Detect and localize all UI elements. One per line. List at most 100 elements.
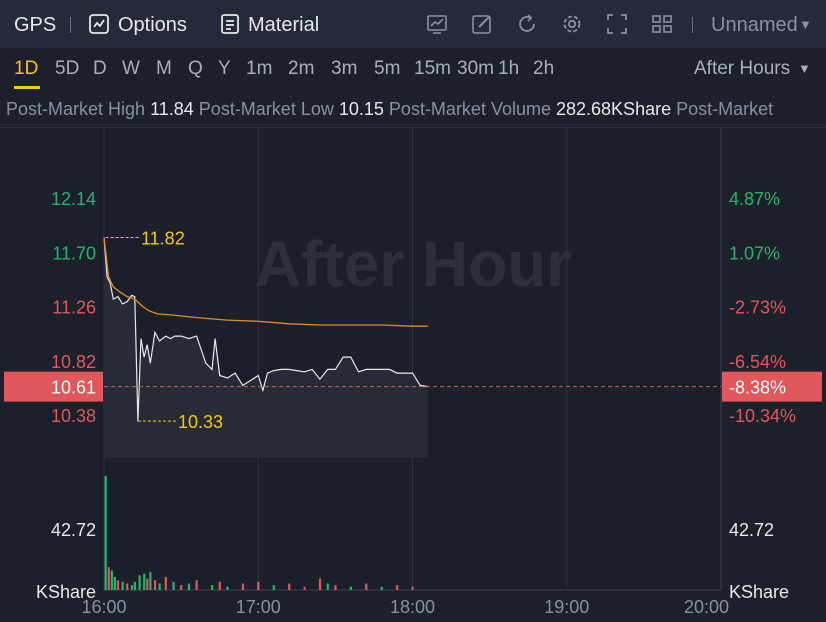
price-tick-label: 10.38 [51, 406, 96, 426]
price-tick-label: 12.14 [51, 189, 96, 209]
timeframe-tab-1D[interactable]: 1D [14, 48, 38, 90]
time-tick-label: 20:00 [684, 597, 729, 617]
options-button[interactable]: Options [118, 0, 187, 48]
volume-bar [226, 586, 229, 590]
price-tick-label: 10.82 [51, 352, 96, 372]
volume-bar [110, 570, 113, 590]
timeframe-tab-5m[interactable]: 5m [374, 48, 400, 90]
volume-bar [272, 585, 275, 590]
volume-bar [396, 585, 399, 590]
timeframe-tab-30m[interactable]: 30m [457, 48, 494, 90]
volume-bar [326, 583, 329, 590]
timeframe-tab-D[interactable]: D [93, 48, 107, 90]
low-marker-label: 10.33 [178, 412, 223, 432]
high-label: Post-Market High [6, 99, 146, 119]
volume-bar [116, 580, 120, 590]
material-button[interactable]: Material [248, 0, 319, 48]
time-tick-label: 17:00 [236, 597, 281, 617]
active-timeframe-indicator [14, 86, 40, 89]
timeframe-tab-Y[interactable]: Y [218, 48, 231, 90]
volume-bar [126, 583, 129, 590]
volume-bar [130, 585, 133, 590]
layout-name-dropdown[interactable]: Unnamed [711, 0, 798, 48]
percent-tick-label: -10.34% [729, 406, 796, 426]
volume-bar [121, 581, 124, 590]
symbol-label[interactable]: GPS [14, 0, 56, 48]
current-percent-label: -8.38% [729, 378, 786, 398]
more-label: Post-Market [676, 99, 774, 119]
timeframe-tab-2m[interactable]: 2m [288, 48, 314, 90]
volume-bar [241, 583, 245, 590]
percent-tick-label: 1.07% [729, 243, 780, 263]
volume-bar [172, 581, 175, 590]
volume-bar [146, 578, 149, 590]
volume-bar [104, 476, 107, 590]
timeframe-tab-1h[interactable]: 1h [498, 48, 519, 90]
high-value: 11.84 [150, 99, 194, 119]
draw-pen-icon[interactable] [471, 13, 493, 35]
volume-bar [334, 585, 337, 590]
low-value: 10.15 [338, 99, 384, 119]
fullscreen-icon[interactable] [606, 13, 628, 35]
toolbar-divider [692, 17, 693, 33]
session-dropdown-chevron-icon[interactable]: ▼ [798, 48, 811, 90]
volume-bar [158, 583, 161, 590]
timeframe-tab-1m[interactable]: 1m [246, 48, 272, 90]
watermark-text: After Hour [255, 228, 571, 300]
refresh-icon[interactable] [516, 13, 538, 35]
post-market-stats: Post-Market High 11.84 Post-Market Low 1… [6, 97, 826, 121]
low-label: Post-Market Low [198, 99, 334, 119]
volume-bar [349, 586, 352, 590]
volume-bar [187, 583, 191, 590]
percent-tick-label: -6.54% [729, 352, 786, 372]
volume-value: 282.68KShare [556, 99, 672, 119]
time-tick-label: 18:00 [390, 597, 435, 617]
volume-bar [107, 567, 110, 590]
timeframe-tab-2h[interactable]: 2h [533, 48, 554, 90]
volume-bar [411, 586, 414, 590]
toolbar-divider [70, 17, 71, 33]
timeframe-tab-3m[interactable]: 3m [331, 48, 357, 90]
volume-unit-label: KShare [729, 582, 789, 602]
volume-bar [138, 575, 141, 590]
top-toolbar: GPS Options Material Unnamed ▼ [0, 0, 826, 48]
percent-tick-label: -2.73% [729, 298, 786, 318]
time-tick-label: 19:00 [544, 597, 589, 617]
volume-bar [133, 581, 137, 590]
volume-bar [257, 581, 260, 590]
volume-bar [318, 578, 322, 590]
timeframe-tab-M[interactable]: M [156, 48, 172, 90]
volume-bar [143, 573, 146, 590]
volume-bar [210, 585, 214, 590]
volume-bar [380, 586, 383, 590]
high-marker-label: 11.82 [141, 228, 185, 248]
volume-bar [153, 580, 157, 590]
volume-bar [195, 580, 198, 590]
price-tick-label: 11.70 [52, 243, 96, 263]
volume-bar [164, 576, 167, 590]
timeframe-tab-W[interactable]: W [122, 48, 140, 90]
volume-bar [365, 583, 368, 590]
volume-label: Post-Market Volume [388, 99, 551, 119]
volume-bar [113, 576, 116, 590]
timeframe-tab-5D[interactable]: 5D [55, 48, 79, 90]
percent-tick-label: 4.87% [729, 189, 780, 209]
price-tick-label: 11.26 [52, 298, 96, 318]
volume-tick-label: 42.72 [729, 520, 774, 540]
volume-bar [303, 586, 306, 590]
layout-grid-icon[interactable] [651, 13, 673, 35]
session-dropdown[interactable]: After Hours [694, 48, 790, 90]
volume-bar [218, 581, 221, 590]
layout-dropdown-chevron-icon[interactable]: ▼ [799, 0, 812, 48]
chart-options-icon[interactable] [88, 13, 110, 35]
settings-gear-icon[interactable] [561, 13, 583, 35]
timeframe-tab-15m[interactable]: 15m [414, 48, 451, 90]
timeframe-tab-Q[interactable]: Q [188, 48, 203, 90]
time-tick-label: 16:00 [81, 597, 126, 617]
volume-bar [149, 572, 152, 590]
timeframe-bar: 1D 5D D W M Q Y 1m 2m 3m 5m 15m 30m 1h 2h After Hours … [0, 48, 826, 90]
indicator-icon[interactable] [426, 13, 448, 35]
volume-bar [180, 585, 183, 590]
document-icon[interactable] [219, 13, 241, 35]
price-chart[interactable]: After Hour 12.14 4.87% 11.70 1.07% 11.26 -2.73… [0, 128, 826, 622]
